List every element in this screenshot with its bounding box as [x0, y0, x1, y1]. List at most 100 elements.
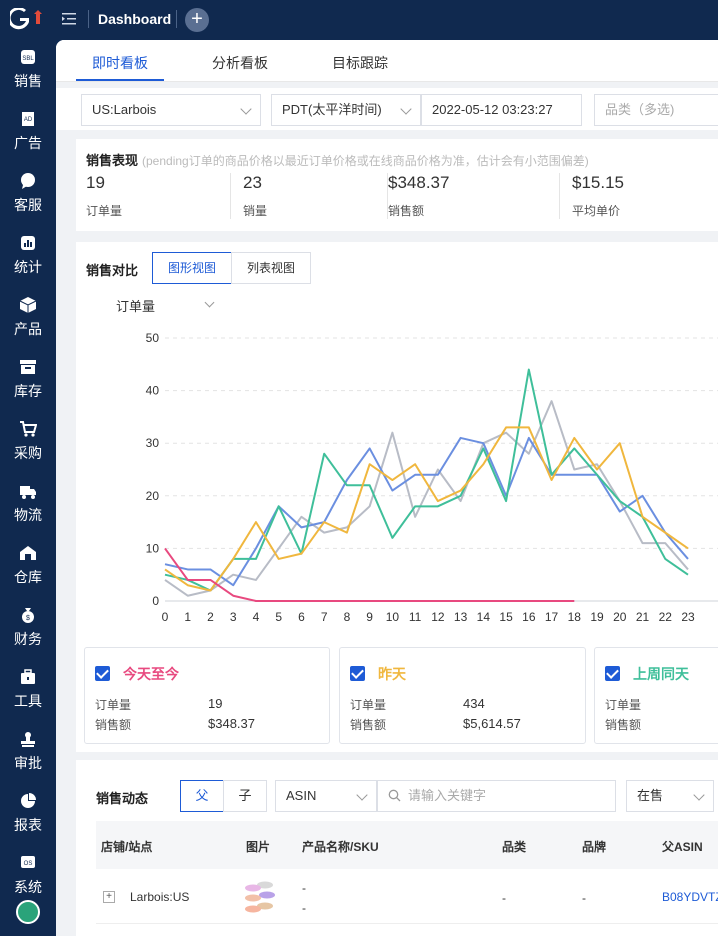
series-line-3	[164, 436, 689, 587]
column-header-parent-asin: 父ASIN	[662, 840, 703, 854]
compare-card-yesterday: 昨天 订单量 434 销售额 $5,614.57	[339, 647, 586, 744]
series-line-2	[164, 368, 689, 592]
compare-sales-label: 销售额	[350, 718, 387, 732]
compare-card-today: 今天至今 订单量 19 销售额 $348.37	[84, 647, 330, 744]
search-input[interactable]: 请输入关键字	[377, 780, 616, 812]
checkbox-checked-icon[interactable]	[605, 666, 620, 681]
money-bag-icon: $	[22, 608, 34, 623]
list-view-button[interactable]: 列表视图	[231, 252, 311, 284]
chat-icon	[21, 173, 35, 189]
status-select[interactable]: 在售	[626, 780, 714, 812]
performance-title: 销售表现 (pending订单的商品价格以最近订单价格或在线商品价格为准，估计会有…	[86, 150, 589, 169]
series-line-1	[164, 426, 689, 592]
app-logo[interactable]	[10, 8, 46, 30]
tab-realtime[interactable]: 即时看板	[92, 53, 148, 73]
chart-view-button[interactable]: 图形视图	[152, 252, 232, 284]
y-tick-label: 30	[146, 436, 160, 450]
sidebar-item-5[interactable]: 库存	[0, 358, 56, 420]
x-tick-label: 0	[162, 610, 169, 624]
compare-sales-value: $5,614.57	[463, 716, 521, 731]
metric-avg-price: $15.15 平均单价	[572, 173, 718, 219]
y-tick-label: 10	[146, 541, 160, 555]
sidebar-item-9[interactable]: $ 财务	[0, 606, 56, 668]
sidebar-item-label: 财务	[14, 631, 42, 647]
chevron-down-icon	[356, 789, 368, 801]
row-brand: -	[582, 891, 586, 905]
sidebar-item-label: 审批	[14, 755, 42, 771]
metric-label: 销售额	[388, 204, 425, 218]
tab-target[interactable]: 目标跟踪	[332, 53, 388, 73]
sidebar-item-11[interactable]: 审批	[0, 730, 56, 792]
comparison-title: 销售对比	[86, 263, 139, 278]
x-tick-label: 14	[477, 610, 491, 624]
x-tick-label: 19	[590, 610, 604, 624]
sidebar-item-2[interactable]: 客服	[0, 172, 56, 234]
os-icon: OS	[21, 856, 35, 868]
compare-orders-value: 434	[463, 696, 485, 711]
sidebar-item-8[interactable]: 仓库	[0, 544, 56, 606]
x-tick-label: 20	[613, 610, 627, 624]
sidebar-item-0[interactable]: SBL 销售	[0, 48, 56, 110]
x-tick-label: 23	[681, 610, 695, 624]
x-tick-label: 5	[275, 610, 282, 624]
sidebar-item-3[interactable]: 统计	[0, 234, 56, 296]
row-category: -	[502, 891, 506, 905]
sidebar: SBL 销售 AD 广告 客服 统计 产品 库存 采购 物流 仓库 $ 财务 工具 审批 报表 OS 系统	[0, 0, 56, 936]
sidebar-item-6[interactable]: 采购	[0, 420, 56, 482]
column-header-product: 产品名称/SKU	[302, 840, 379, 854]
category-multiselect[interactable]: 品类（多选)	[594, 94, 718, 126]
sales-performance-card: 销售表现 (pending订单的商品价格以最近订单价格或在线商品价格为准，估计会有…	[76, 139, 718, 231]
chevron-down-icon	[240, 103, 252, 115]
performance-note: (pending订单的商品价格以最近订单价格或在线商品价格为准，估计会有小范围偏…	[142, 154, 589, 168]
sidebar-item-12[interactable]: 报表	[0, 792, 56, 854]
x-tick-label: 15	[499, 610, 513, 624]
store-select-value: US:Larbois	[92, 102, 157, 117]
user-avatar[interactable]	[16, 900, 40, 924]
row-product-name: -	[302, 881, 306, 895]
table-header: 店铺/站点 图片 产品名称/SKU 品类 品牌 父ASIN	[96, 821, 718, 869]
expand-row-icon[interactable]: +	[103, 891, 115, 903]
compare-sales-label: 销售额	[95, 718, 132, 732]
compare-orders-value: 19	[208, 696, 223, 711]
metric-revenue: $348.37 销售额	[388, 173, 560, 219]
sidebar-item-label: 库存	[14, 383, 42, 399]
metric-select[interactable]: 订单量	[116, 296, 215, 315]
add-tab-button[interactable]: +	[185, 8, 209, 32]
column-header-category: 品类	[502, 840, 527, 854]
warehouse-icon	[20, 546, 36, 560]
search-type-value: ASIN	[286, 788, 317, 803]
row-store: Larbois:US	[130, 890, 190, 904]
metric-value: $15.15	[572, 173, 624, 192]
checkbox-checked-icon[interactable]	[350, 666, 365, 681]
sidebar-item-1[interactable]: AD 广告	[0, 110, 56, 172]
search-placeholder: 请输入关键字	[408, 788, 487, 803]
checkbox-checked-icon[interactable]	[95, 666, 110, 681]
table-row[interactable]: + Larbois:US - - - - B08YDVTZ	[96, 869, 718, 924]
pie-chart-icon	[21, 793, 36, 808]
sidebar-item-4[interactable]: 产品	[0, 296, 56, 358]
main-content: 即时看板 分析看板 目标跟踪 US:Larbois PDT(太平洋时间) 202…	[56, 40, 718, 936]
product-thumbnail[interactable]	[243, 879, 279, 913]
x-tick-label: 3	[230, 610, 237, 624]
x-tick-label: 11	[409, 610, 422, 624]
compare-orders-label: 订单量	[350, 698, 387, 712]
x-tick-label: 17	[545, 610, 559, 624]
metric-label: 销量	[243, 204, 268, 218]
sidebar-item-label: 采购	[14, 445, 42, 461]
child-toggle[interactable]: 子	[223, 780, 267, 812]
store-select[interactable]: US:Larbois	[81, 94, 261, 126]
sidebar-item-label: 仓库	[14, 569, 42, 585]
sidebar-item-7[interactable]: 物流	[0, 482, 56, 544]
compare-card-name: 上周同天	[633, 666, 689, 682]
menu-collapse-icon[interactable]	[62, 12, 76, 26]
sidebar-item-10[interactable]: 工具	[0, 668, 56, 730]
sales-dynamic-title: 销售动态	[96, 791, 149, 806]
timezone-select[interactable]: PDT(太平洋时间)	[271, 94, 421, 126]
row-parent-asin-link[interactable]: B08YDVTZ	[662, 890, 718, 904]
parent-toggle[interactable]: 父	[180, 780, 224, 812]
datetime-display[interactable]: 2022-05-12 03:23:27	[421, 94, 582, 126]
svg-text:SBL: SBL	[22, 56, 34, 62]
search-type-select[interactable]: ASIN	[275, 780, 377, 812]
page-title: Dashboard	[98, 11, 172, 27]
tab-analysis[interactable]: 分析看板	[212, 53, 268, 73]
